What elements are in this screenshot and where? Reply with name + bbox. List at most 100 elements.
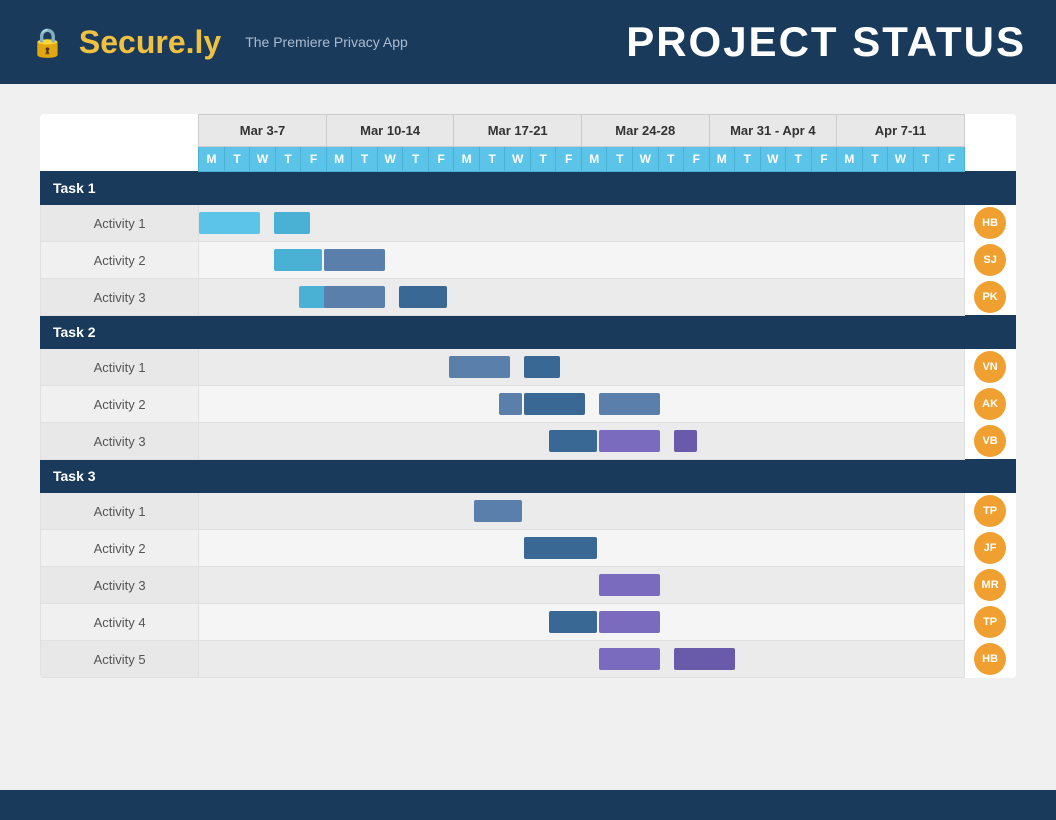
activity-row-2-1: Activity 1 VN <box>41 349 1016 386</box>
avatar-PK: PK <box>974 281 1006 313</box>
avatar-TP: TP <box>974 495 1006 527</box>
day-w6: W <box>888 147 914 172</box>
avatar-cell-2-1: VN <box>964 349 1015 386</box>
bar-cell-2-1 <box>199 349 964 386</box>
gantt-body: Task 1Activity 1HBActivity 2SJActivity 3… <box>41 172 1016 678</box>
day-f4: F <box>684 147 710 172</box>
day-t7: T <box>607 147 633 172</box>
bar-cell-2-3 <box>199 423 964 460</box>
day-t4: T <box>403 147 429 172</box>
avatar-HB: HB <box>974 643 1006 675</box>
day-f5: F <box>811 147 837 172</box>
day-w1: W <box>250 147 276 172</box>
header-left: 🔒 Secure.ly The Premiere Privacy App <box>30 24 408 61</box>
day-t11: T <box>862 147 888 172</box>
task-label-1: Task 1 <box>41 172 1016 205</box>
activity-row-1-2: Activity 2 SJ <box>41 242 1016 279</box>
activity-row-3-1: Activity 1 TP <box>41 493 1016 530</box>
activity-label-3-4: Activity 4 <box>41 604 199 641</box>
day-m5: M <box>709 147 735 172</box>
activity-label-2-1: Activity 1 <box>41 349 199 386</box>
activity-label-1-3: Activity 3 <box>41 279 199 316</box>
avatar-cell-2-2: AK <box>964 386 1015 423</box>
activity-label-2-3: Activity 3 <box>41 423 199 460</box>
logo-text: Secure.ly <box>79 24 221 61</box>
gantt-chart: Mar 3-7 Mar 10-14 Mar 17-21 Mar 24-28 Ma… <box>40 114 1016 678</box>
logo-suffix: ly <box>195 24 222 60</box>
avatar-MR: MR <box>974 569 1006 601</box>
day-f3: F <box>556 147 582 172</box>
activity-row-1-3: Activity 3 PK <box>41 279 1016 316</box>
day-w5: W <box>760 147 786 172</box>
avatar-cell-1-1: HB <box>964 205 1015 242</box>
header: 🔒 Secure.ly The Premiere Privacy App PRO… <box>0 0 1056 84</box>
day-m3: M <box>454 147 480 172</box>
avatar-cell-3-4: TP <box>964 604 1015 641</box>
bar-cell-3-5 <box>199 641 964 678</box>
day-t5: T <box>479 147 505 172</box>
avatar-VB: VB <box>974 425 1006 457</box>
avatar-AK: AK <box>974 388 1006 420</box>
avatar-cell-2-3: VB <box>964 423 1015 460</box>
avatar-cell-3-3: MR <box>964 567 1015 604</box>
bar-cell-3-2 <box>199 530 964 567</box>
activity-label-2-2: Activity 2 <box>41 386 199 423</box>
avatar-day-empty <box>964 147 1015 172</box>
lock-icon: 🔒 <box>30 26 65 59</box>
day-t1: T <box>224 147 250 172</box>
bar-cell-1-3 <box>199 279 964 316</box>
project-title: PROJECT STATUS <box>626 18 1026 66</box>
day-m2: M <box>326 147 352 172</box>
bar-cell-3-4 <box>199 604 964 641</box>
week-header-row: Mar 3-7 Mar 10-14 Mar 17-21 Mar 24-28 Ma… <box>41 115 1016 147</box>
task-row-1: Task 1 <box>41 172 1016 205</box>
day-m4: M <box>581 147 607 172</box>
day-m6: M <box>837 147 863 172</box>
week-mar17: Mar 17-21 <box>454 115 582 147</box>
activity-row-2-3: Activity 3 VB <box>41 423 1016 460</box>
avatar-cell-3-2: JF <box>964 530 1015 567</box>
avatar-cell-3-5: HB <box>964 641 1015 678</box>
activity-row-2-2: Activity 2 AK <box>41 386 1016 423</box>
logo-name: Secure. <box>79 24 195 60</box>
activity-row-3-5: Activity 5 HB <box>41 641 1016 678</box>
day-t9: T <box>735 147 761 172</box>
day-t10: T <box>786 147 812 172</box>
day-header-row: MTWTF MTWTF MTWTF MTWTF MTWTF MTWTF <box>41 147 1016 172</box>
bar-cell-3-1 <box>199 493 964 530</box>
task-row-2: Task 2 <box>41 316 1016 349</box>
day-m1: M <box>199 147 225 172</box>
activity-row-3-4: Activity 4 TP <box>41 604 1016 641</box>
week-apr7: Apr 7-11 <box>837 115 965 147</box>
activity-row-3-3: Activity 3MR <box>41 567 1016 604</box>
activity-row-1-1: Activity 1HB <box>41 205 1016 242</box>
bar-cell-1-1 <box>199 205 964 242</box>
activity-label-1-2: Activity 2 <box>41 242 199 279</box>
week-label-empty <box>41 115 199 147</box>
day-w4: W <box>633 147 659 172</box>
week-mar10: Mar 10-14 <box>326 115 454 147</box>
tagline: The Premiere Privacy App <box>245 34 408 50</box>
activity-label-3-5: Activity 5 <box>41 641 199 678</box>
activity-row-3-2: Activity 2JF <box>41 530 1016 567</box>
main-content: Mar 3-7 Mar 10-14 Mar 17-21 Mar 24-28 Ma… <box>0 84 1056 790</box>
day-t12: T <box>913 147 939 172</box>
task-label-3: Task 3 <box>41 460 1016 493</box>
bar-cell-1-2 <box>199 242 964 279</box>
avatar-VN: VN <box>974 351 1006 383</box>
bar-cell-2-2 <box>199 386 964 423</box>
activity-label-3-1: Activity 1 <box>41 493 199 530</box>
week-mar24: Mar 24-28 <box>581 115 709 147</box>
avatar-JF: JF <box>974 532 1006 564</box>
avatar-header-empty <box>964 115 1015 147</box>
week-mar31: Mar 31 - Apr 4 <box>709 115 837 147</box>
day-f1: F <box>301 147 327 172</box>
avatar-cell-1-3: PK <box>964 279 1015 316</box>
day-f6: F <box>939 147 965 172</box>
day-t8: T <box>658 147 684 172</box>
day-label-empty <box>41 147 199 172</box>
avatar-cell-1-2: SJ <box>964 242 1015 279</box>
task-label-2: Task 2 <box>41 316 1016 349</box>
day-t6: T <box>530 147 556 172</box>
day-f2: F <box>428 147 454 172</box>
